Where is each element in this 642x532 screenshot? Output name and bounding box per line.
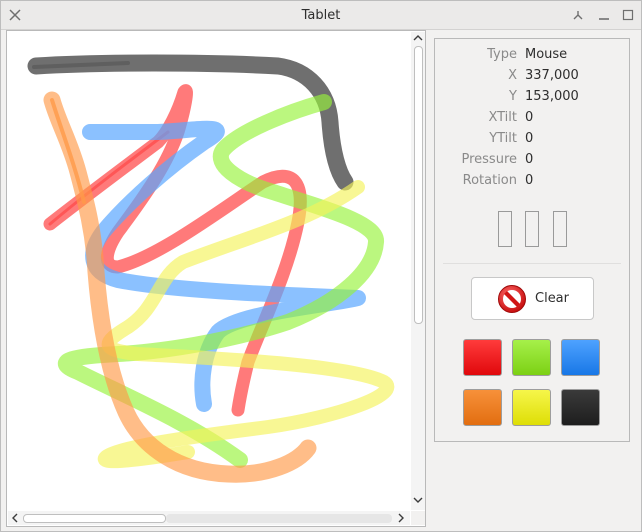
scroll-corner xyxy=(411,511,425,525)
info-value: 153,000 xyxy=(525,89,579,104)
swatch-orange[interactable] xyxy=(463,389,502,426)
tablet-window: Tablet Type Mouse X 337,000 Y 153,000 XT… xyxy=(0,0,642,532)
vertical-scrollbar[interactable] xyxy=(411,32,425,510)
drawing-area[interactable] xyxy=(6,30,426,527)
info-value: 0 xyxy=(525,131,534,146)
scroll-up-icon[interactable] xyxy=(413,32,423,44)
window-title: Tablet xyxy=(301,8,341,23)
scroll-right-icon[interactable] xyxy=(396,512,406,524)
drawing-canvas[interactable] xyxy=(8,32,410,511)
info-row-xtilt: XTilt 0 xyxy=(435,108,631,128)
info-label: Type xyxy=(487,47,517,62)
pressure-bar xyxy=(498,211,512,247)
info-label: YTilt xyxy=(489,131,517,146)
info-label: X xyxy=(508,68,517,83)
swatch-yellow[interactable] xyxy=(512,389,551,426)
xtilt-bar xyxy=(525,211,539,247)
info-row-x: X 337,000 xyxy=(435,66,631,86)
vertical-scroll-thumb[interactable] xyxy=(414,46,423,324)
scroll-left-icon[interactable] xyxy=(10,512,20,524)
info-row-pressure: Pressure 0 xyxy=(435,150,631,170)
ytilt-bar xyxy=(553,211,567,247)
horizontal-scroll-track[interactable] xyxy=(166,514,392,523)
info-value: 0 xyxy=(525,152,534,167)
title-bar: Tablet xyxy=(1,1,641,30)
horizontal-scroll-thumb[interactable] xyxy=(23,514,166,523)
info-row-rotation: Rotation 0 xyxy=(435,171,631,191)
info-label: XTilt xyxy=(488,110,517,125)
scroll-down-icon[interactable] xyxy=(413,494,423,506)
minimize-icon[interactable] xyxy=(595,6,613,24)
info-value: 0 xyxy=(525,173,534,188)
info-row-y: Y 153,000 xyxy=(435,87,631,107)
swatch-black[interactable] xyxy=(561,389,600,426)
info-label: Rotation xyxy=(462,173,517,188)
no-entry-icon xyxy=(498,285,526,313)
info-row-ytilt: YTilt 0 xyxy=(435,129,631,149)
swatch-green[interactable] xyxy=(512,339,551,376)
info-panel: Type Mouse X 337,000 Y 153,000 XTilt 0 Y… xyxy=(434,38,630,442)
info-label: Pressure xyxy=(461,152,517,167)
horizontal-scrollbar[interactable] xyxy=(8,511,410,525)
swatch-red[interactable] xyxy=(463,339,502,376)
info-value: 337,000 xyxy=(525,68,579,83)
clear-button[interactable]: Clear xyxy=(471,277,594,320)
info-row-type: Type Mouse xyxy=(435,45,631,65)
swatch-blue[interactable] xyxy=(561,339,600,376)
separator xyxy=(443,263,621,264)
maximize-icon[interactable] xyxy=(619,6,637,24)
clear-label: Clear xyxy=(535,291,569,306)
info-label: Y xyxy=(509,89,517,104)
info-value: 0 xyxy=(525,110,534,125)
info-value: Mouse xyxy=(525,47,568,62)
pin-icon[interactable] xyxy=(569,6,587,24)
